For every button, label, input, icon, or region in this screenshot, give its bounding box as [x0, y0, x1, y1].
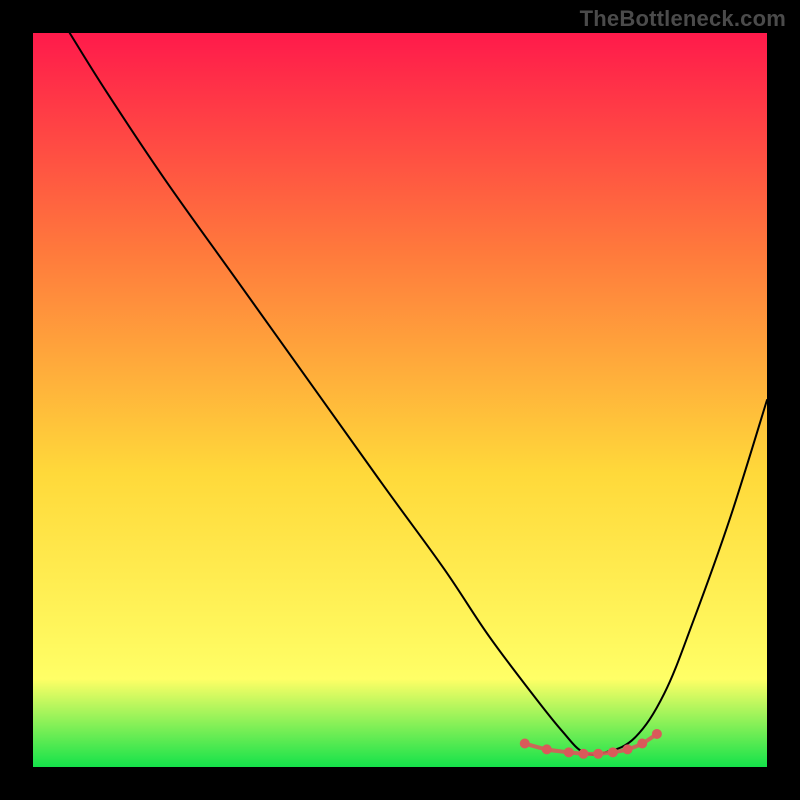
chart-frame: TheBottleneck.com: [0, 0, 800, 800]
watermark-text: TheBottleneck.com: [580, 6, 786, 32]
marker-dot: [564, 747, 574, 757]
marker-dot: [593, 749, 603, 759]
marker-dot: [652, 729, 662, 739]
marker-dot: [520, 739, 530, 749]
bottleneck-chart: [0, 0, 800, 800]
marker-dot: [623, 744, 633, 754]
marker-dot: [542, 744, 552, 754]
gradient-background: [33, 33, 767, 767]
marker-dot: [579, 749, 589, 759]
marker-dot: [608, 747, 618, 757]
marker-dot: [637, 739, 647, 749]
